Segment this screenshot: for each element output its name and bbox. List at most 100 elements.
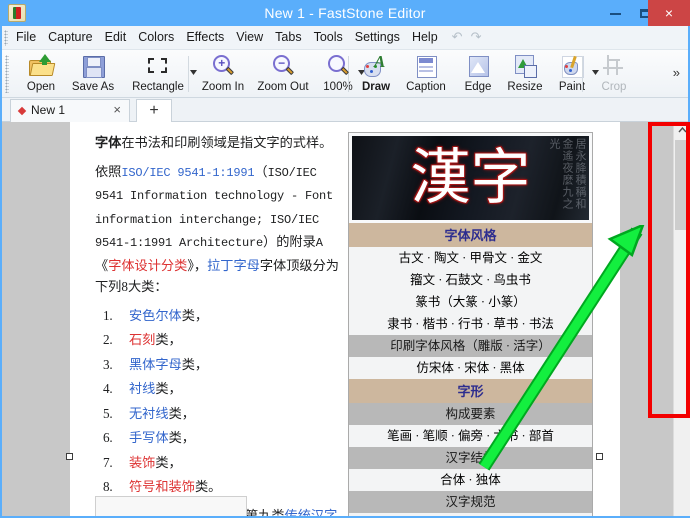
infobox-links-row[interactable]: 隶书 · 楷书 · 行书 · 草书 · 书法 bbox=[349, 313, 592, 335]
toolbar-button-label: Paint bbox=[550, 80, 594, 94]
toolbar-button-label: Zoom Out bbox=[252, 80, 314, 94]
toolbar-resize-button[interactable]: Resize bbox=[500, 52, 550, 96]
list-item-suffix: 类， bbox=[155, 332, 181, 347]
infobox-sub-row: 构成要素 bbox=[349, 403, 592, 425]
text-run[interactable]: 字体设计分类 bbox=[108, 258, 187, 273]
text-run[interactable]: ISO/IEC 9541-1:1991 bbox=[121, 166, 254, 180]
text-run: 在书法和印刷领域是指文字的式样。 bbox=[121, 135, 332, 150]
font-category-list-item: 1.安色尔体类， bbox=[129, 305, 345, 328]
menu-item-file[interactable]: File bbox=[10, 26, 42, 49]
infobox-links-row[interactable]: 篆书（大篆 · 小篆） bbox=[349, 291, 592, 313]
menu-item-help[interactable]: Help bbox=[406, 26, 444, 49]
list-item-number: 7. bbox=[103, 452, 113, 473]
toolbar-grip-handle[interactable] bbox=[5, 55, 9, 93]
menu-items: FileCaptureEditColorsEffectsViewTabsTool… bbox=[2, 26, 688, 49]
menu-item-edit[interactable]: Edit bbox=[99, 26, 133, 49]
infobox-sub-row: 汉字规范 bbox=[349, 491, 592, 513]
list-item-number: 2. bbox=[103, 329, 113, 350]
infobox-links-row[interactable]: 合体 · 独体 bbox=[349, 469, 592, 491]
menu-item-colors[interactable]: Colors bbox=[132, 26, 180, 49]
list-item-link[interactable]: 符号和装饰 bbox=[129, 479, 195, 494]
infobox-sub-row: 汉字结构 bbox=[349, 447, 592, 469]
toolbar-icon-wrap bbox=[456, 53, 500, 79]
minimize-icon bbox=[610, 13, 621, 15]
close-icon: × bbox=[665, 5, 673, 21]
undo-icon[interactable]: ↶ bbox=[452, 29, 463, 45]
new-tab-button[interactable]: + bbox=[136, 99, 172, 122]
list-item-suffix: 类， bbox=[155, 381, 181, 396]
tab-new-1[interactable]: New 1 × bbox=[10, 99, 130, 122]
toolbar-paint-button[interactable]: Paint bbox=[550, 52, 594, 96]
tab-strip: New 1 × + bbox=[2, 98, 688, 122]
crop-icon bbox=[601, 53, 627, 79]
menu-item-tools[interactable]: Tools bbox=[308, 26, 349, 49]
redo-icon[interactable]: ↷ bbox=[471, 29, 482, 45]
article-bottom-box bbox=[95, 496, 247, 516]
toolbar-icon-wrap bbox=[590, 53, 638, 79]
text-run: 》， bbox=[187, 258, 207, 273]
toolbar-button-label: Crop bbox=[590, 80, 638, 94]
list-item-number: 3. bbox=[103, 354, 113, 375]
list-item-link[interactable]: 石刻 bbox=[129, 332, 155, 347]
selection-handle-right[interactable] bbox=[596, 453, 603, 460]
window-title: New 1 - FastStone Editor bbox=[0, 0, 690, 26]
minimize-button[interactable] bbox=[600, 0, 630, 26]
toolbar-open-button[interactable]: Open bbox=[16, 52, 66, 96]
infobox-links-row[interactable]: 本字 · 石经 · 康熙字典体（旧字形） bbox=[349, 513, 592, 516]
caption-icon bbox=[413, 53, 439, 79]
list-item-link[interactable]: 安色尔体 bbox=[129, 308, 182, 323]
text-run[interactable]: 拉丁字母 bbox=[207, 258, 260, 273]
menu-item-view[interactable]: View bbox=[230, 26, 269, 49]
menu-item-effects[interactable]: Effects bbox=[180, 26, 230, 49]
resize-icon bbox=[512, 53, 538, 79]
hanzi-infobox: 居永胮積稱和金遙夜麼九之光 漢字 字体风格古文 · 陶文 · 甲骨文 · 金文籀… bbox=[348, 132, 593, 516]
menu-item-tabs[interactable]: Tabs bbox=[269, 26, 307, 49]
toolbar-rectangle-button[interactable]: Rectangle bbox=[124, 52, 192, 96]
toolbar-button-label: Rectangle bbox=[124, 80, 192, 94]
edge-icon bbox=[465, 53, 491, 79]
modified-indicator-icon bbox=[18, 107, 26, 115]
selection-handle-left[interactable] bbox=[66, 453, 73, 460]
menu-item-capture[interactable]: Capture bbox=[42, 26, 98, 49]
menu-grip-handle[interactable] bbox=[4, 30, 8, 46]
text-run: ）的附录 bbox=[263, 234, 316, 249]
toolbar-zoom-out-button[interactable]: −Zoom Out bbox=[252, 52, 314, 96]
toolbar-save-as-button[interactable]: Save As bbox=[64, 52, 122, 96]
article-text: 字体在书法和印刷领域是指文字的式样。 依照ISO/IEC 9541-1:1991… bbox=[95, 132, 345, 516]
list-item-suffix: 类。 bbox=[195, 479, 221, 494]
text-run: 依照 bbox=[95, 164, 121, 179]
toolbar-icon-wrap bbox=[500, 53, 550, 79]
list-item-number: 6. bbox=[103, 427, 113, 448]
font-category-list-item: 2.石刻类， bbox=[129, 329, 345, 352]
toolbar-caption-button[interactable]: Caption bbox=[398, 52, 454, 96]
marquee-icon bbox=[145, 53, 171, 79]
toolbar-icon-wrap bbox=[550, 53, 594, 79]
list-item-link[interactable]: 黑体字母 bbox=[129, 357, 182, 372]
infobox-title-row: 字形 bbox=[349, 379, 592, 403]
infobox-links-row[interactable]: 籀文 · 石鼓文 · 鸟虫书 bbox=[349, 269, 592, 291]
list-item-number: 8. bbox=[103, 476, 113, 497]
open-folder-icon bbox=[28, 53, 54, 79]
text-run: A bbox=[316, 236, 323, 250]
tab-close-icon[interactable]: × bbox=[113, 102, 121, 117]
canvas-workspace[interactable]: 字体在书法和印刷领域是指文字的式样。 依照ISO/IEC 9541-1:1991… bbox=[2, 122, 688, 516]
infobox-links-row[interactable]: 仿宋体 · 宋体 · 黑体 bbox=[349, 357, 592, 379]
list-item-link[interactable]: 装饰 bbox=[129, 455, 155, 470]
draw-palette-icon: A bbox=[363, 53, 389, 79]
toolbar-button-label: Edge bbox=[456, 80, 500, 94]
image-canvas[interactable]: 字体在书法和印刷领域是指文字的式样。 依照ISO/IEC 9541-1:1991… bbox=[70, 122, 620, 516]
list-item-link[interactable]: 无衬线 bbox=[129, 406, 169, 421]
article-paragraph-1: 字体在书法和印刷领域是指文字的式样。 bbox=[95, 132, 345, 154]
floppy-disk-icon bbox=[80, 53, 106, 79]
menu-item-settings[interactable]: Settings bbox=[349, 26, 406, 49]
list-item-suffix: 类， bbox=[169, 430, 195, 445]
list-item-link[interactable]: 衬线 bbox=[129, 381, 155, 396]
list-item-link[interactable]: 手写体 bbox=[129, 430, 169, 445]
toolbar-draw-button[interactable]: ADraw bbox=[354, 52, 398, 96]
infobox-links-row[interactable]: 古文 · 陶文 · 甲骨文 · 金文 bbox=[349, 247, 592, 269]
toolbar-overflow-button[interactable]: » bbox=[673, 65, 680, 80]
toolbar-zoom-in-button[interactable]: +Zoom In bbox=[196, 52, 250, 96]
infobox-links-row[interactable]: 笔画 · 笔顺 · 偏旁 · 六书 · 部首 bbox=[349, 425, 592, 447]
toolbar-edge-button[interactable]: Edge bbox=[456, 52, 500, 96]
close-button[interactable]: × bbox=[648, 0, 690, 26]
